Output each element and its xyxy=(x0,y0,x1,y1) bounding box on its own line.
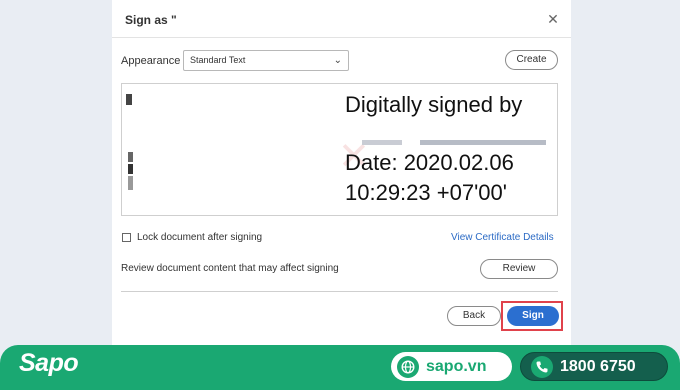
sapo-logo: Sapo xyxy=(19,349,79,377)
close-icon[interactable]: ✕ xyxy=(546,12,560,26)
website-text: sapo.vn xyxy=(426,357,487,375)
lock-document-label: Lock document after signing xyxy=(137,232,263,243)
pixelated-mark xyxy=(128,152,133,162)
chevron-down-icon: ⌄ xyxy=(333,55,342,66)
view-certificate-link[interactable]: View Certificate Details xyxy=(451,232,554,243)
back-button[interactable]: Back xyxy=(447,306,501,326)
appearance-select[interactable]: Standard Text ⌄ xyxy=(183,50,349,71)
brand-footer: Sapo sapo.vn 1800 6750 xyxy=(0,345,680,390)
appearance-value: Standard Text xyxy=(190,55,246,65)
review-text: Review document content that may affect … xyxy=(121,263,339,274)
phone-icon xyxy=(531,355,553,378)
signature-preview: ✕ Digitally signed by Date: 2020.02.06 1… xyxy=(121,83,558,216)
phone-pill[interactable]: 1800 6750 xyxy=(520,352,668,381)
lock-document-checkbox[interactable] xyxy=(122,233,131,242)
signature-line-1: Digitally signed by xyxy=(345,92,523,117)
review-button[interactable]: Review xyxy=(480,259,558,279)
sign-button[interactable]: Sign xyxy=(507,306,559,326)
signature-line-3: 10:29:23 +07'00' xyxy=(345,180,507,205)
pixelated-mark xyxy=(128,164,133,174)
title-divider xyxy=(112,37,571,38)
website-pill[interactable]: sapo.vn xyxy=(391,352,512,381)
pixelated-mark xyxy=(126,94,132,105)
globe-icon xyxy=(397,355,419,378)
action-divider xyxy=(121,291,558,292)
appearance-label: Appearance xyxy=(121,55,181,67)
sign-dialog: Sign as " ✕ Appearance Standard Text ⌄ C… xyxy=(112,0,571,345)
redacted-name xyxy=(420,140,546,145)
pixelated-mark xyxy=(128,176,133,190)
redacted-name xyxy=(362,140,402,145)
signature-line-2: Date: 2020.02.06 xyxy=(345,150,514,175)
dialog-title: Sign as " xyxy=(125,13,177,27)
phone-text: 1800 6750 xyxy=(560,357,636,375)
create-button[interactable]: Create xyxy=(505,50,558,70)
